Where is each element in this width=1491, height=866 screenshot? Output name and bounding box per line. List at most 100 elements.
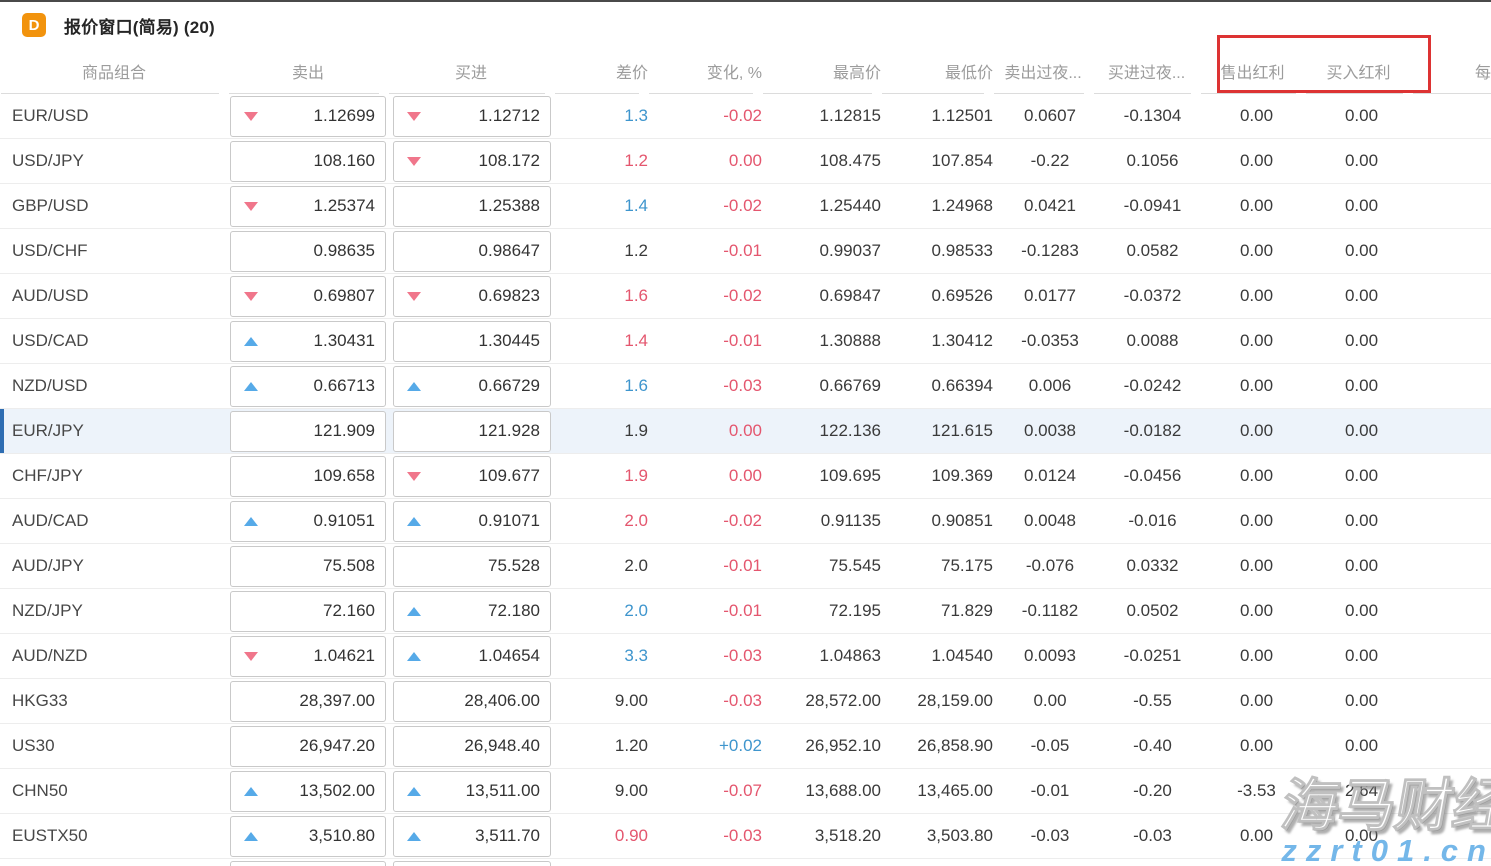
buy-price-box[interactable]: 3,511.70: [393, 816, 551, 857]
table-row[interactable]: EUSTX50 3,510.80 3,511.70 0.90 -0.03 3,5…: [0, 814, 1491, 859]
col-header-symbol[interactable]: 商品组合: [0, 48, 228, 94]
sell-price-box[interactable]: 0.91051: [230, 501, 386, 542]
table-row[interactable]: EUR/USD 1.12699 1.12712 1.3 -0.02 1.1281…: [0, 94, 1491, 139]
col-header-high[interactable]: 最高价: [762, 48, 881, 94]
buy-dividend-value: 0.00: [1305, 196, 1412, 216]
buy-price: 1.12712: [479, 106, 540, 126]
low-value: 109.369: [881, 466, 993, 486]
sell-price-box[interactable]: 121.909: [230, 411, 386, 452]
table-row[interactable]: USD/CAD 1.30431 1.30445 1.4 -0.01 1.3088…: [0, 319, 1491, 364]
sell-price-box[interactable]: 0.69807: [230, 276, 386, 317]
col-header-sell-overnight[interactable]: 卖出过夜...: [993, 48, 1093, 94]
buy-price-box[interactable]: 75.528: [393, 546, 551, 587]
sell-price-box[interactable]: 1.25374: [230, 186, 386, 227]
symbol-label: EUR/USD: [12, 106, 89, 125]
buy-price-box[interactable]: 109.677: [393, 456, 551, 497]
table-row[interactable]: GBP/USD 1.25374 1.25388 1.4 -0.02 1.2544…: [0, 184, 1491, 229]
buy-dividend-value: 0.00: [1305, 241, 1412, 261]
sell-price-box[interactable]: 109.658: [230, 456, 386, 497]
col-header-sell-dividend[interactable]: 售出红利: [1200, 48, 1305, 94]
high-value: 13,688.00: [762, 781, 881, 801]
sell-dividend-value: 0.00: [1200, 106, 1305, 126]
col-header-change[interactable]: 变化, %: [648, 48, 762, 94]
high-value: 0.69847: [762, 286, 881, 306]
spread-value: 1.4: [554, 196, 648, 216]
table-row[interactable]: AUD/USD 0.69807 0.69823 1.6 -0.02 0.6984…: [0, 274, 1491, 319]
table-row[interactable]: CHF/JPY 109.658 109.677 1.9 0.00 109.695…: [0, 454, 1491, 499]
table-row[interactable]: HKG33 28,397.00 28,406.00 9.00 -0.03 28,…: [0, 679, 1491, 724]
buy-price-box[interactable]: [393, 861, 551, 866]
buy-price-box[interactable]: 28,406.00: [393, 681, 551, 722]
sell-dividend-value: 0.00: [1200, 601, 1305, 621]
window-d-icon: D: [22, 13, 46, 37]
table-row[interactable]: AUD/CAD 0.91051 0.91071 2.0 -0.02 0.9113…: [0, 499, 1491, 544]
sell-price-box[interactable]: 0.66713: [230, 366, 386, 407]
sell-price-box[interactable]: [230, 861, 386, 866]
change-value: -0.03: [648, 691, 762, 711]
table-row[interactable]: NZD/USD 0.66713 0.66729 1.6 -0.03 0.6676…: [0, 364, 1491, 409]
sell-price-box[interactable]: 1.12699: [230, 96, 386, 137]
buy-dividend-value: 0.00: [1305, 331, 1412, 351]
symbol-label: NZD/JPY: [12, 601, 83, 620]
col-header-buy-overnight[interactable]: 买进过夜...: [1093, 48, 1200, 94]
table-row[interactable]: NZD/JPY 72.160 72.180 2.0 -0.01 72.195 7…: [0, 589, 1491, 634]
buy-price-box[interactable]: 0.98647: [393, 231, 551, 272]
table-row[interactable]: AUD/NZD 1.04621 1.04654 3.3 -0.03 1.0486…: [0, 634, 1491, 679]
table-row[interactable]: EUR/JPY 121.909 121.928 1.9 0.00 122.136…: [0, 409, 1491, 454]
sell-price-box[interactable]: 28,397.00: [230, 681, 386, 722]
buy-overnight-value: -0.55: [1093, 691, 1200, 711]
up-arrow-icon: [407, 652, 421, 661]
buy-price-box[interactable]: 108.172: [393, 141, 551, 182]
sell-price-box[interactable]: 75.508: [230, 546, 386, 587]
symbol-label: AUD/JPY: [12, 556, 84, 575]
table-row[interactable]: AUD/JPY 75.508 75.528 2.0 -0.01 75.545 7…: [0, 544, 1491, 589]
col-header-spread[interactable]: 差价: [554, 48, 648, 94]
buy-price-box[interactable]: 1.04654: [393, 636, 551, 677]
sell-price: 26,947.20: [299, 736, 375, 756]
buy-price-box[interactable]: 0.69823: [393, 276, 551, 317]
sell-price-box[interactable]: 72.160: [230, 591, 386, 632]
buy-price-box[interactable]: 72.180: [393, 591, 551, 632]
symbol-cell: USD/CAD: [0, 331, 228, 351]
col-header-per[interactable]: 每: [1412, 48, 1491, 94]
sell-price-box[interactable]: 108.160: [230, 141, 386, 182]
col-header-buy[interactable]: 买进: [388, 48, 554, 94]
sell-price-box[interactable]: 1.04621: [230, 636, 386, 677]
sell-cell: 28,397.00: [228, 679, 388, 723]
buy-cell: 109.677: [388, 454, 554, 498]
partial-next-row[interactable]: [0, 859, 1491, 866]
sell-price-box[interactable]: 13,502.00: [230, 771, 386, 812]
sell-price: 121.909: [314, 421, 375, 441]
buy-price-box[interactable]: 26,948.40: [393, 726, 551, 767]
spread-value: 1.4: [554, 331, 648, 351]
buy-overnight-value: -0.0941: [1093, 196, 1200, 216]
buy-price-box[interactable]: 0.66729: [393, 366, 551, 407]
sell-overnight-value: 0.0124: [993, 466, 1093, 486]
up-arrow-icon: [407, 607, 421, 616]
buy-price-box[interactable]: 1.12712: [393, 96, 551, 137]
buy-cell: 1.30445: [388, 319, 554, 363]
buy-price-box[interactable]: 1.30445: [393, 321, 551, 362]
sell-cell: 0.66713: [228, 364, 388, 408]
col-header-low[interactable]: 最低价: [881, 48, 993, 94]
table-row[interactable]: USD/CHF 0.98635 0.98647 1.2 -0.01 0.9903…: [0, 229, 1491, 274]
sell-price-box[interactable]: 26,947.20: [230, 726, 386, 767]
col-header-sell[interactable]: 卖出: [228, 48, 388, 94]
table-row[interactable]: USD/JPY 108.160 108.172 1.2 0.00 108.475…: [0, 139, 1491, 184]
buy-overnight-value: 0.0088: [1093, 331, 1200, 351]
change-value: 0.00: [648, 421, 762, 441]
sell-overnight-value: 0.006: [993, 376, 1093, 396]
sell-price-box[interactable]: 3,510.80: [230, 816, 386, 857]
table-row[interactable]: CHN50 13,502.00 13,511.00 9.00 -0.07 13,…: [0, 769, 1491, 814]
buy-price-box[interactable]: 0.91071: [393, 501, 551, 542]
buy-price: 0.98647: [479, 241, 540, 261]
buy-price-box[interactable]: 1.25388: [393, 186, 551, 227]
buy-price: 0.91071: [479, 511, 540, 531]
spread-value: 1.2: [554, 151, 648, 171]
buy-price-box[interactable]: 13,511.00: [393, 771, 551, 812]
table-row[interactable]: US30 26,947.20 26,948.40 1.20 +0.02 26,9…: [0, 724, 1491, 769]
sell-price-box[interactable]: 0.98635: [230, 231, 386, 272]
buy-price-box[interactable]: 121.928: [393, 411, 551, 452]
sell-price-box[interactable]: 1.30431: [230, 321, 386, 362]
col-header-buy-dividend[interactable]: 买入红利: [1305, 48, 1412, 94]
